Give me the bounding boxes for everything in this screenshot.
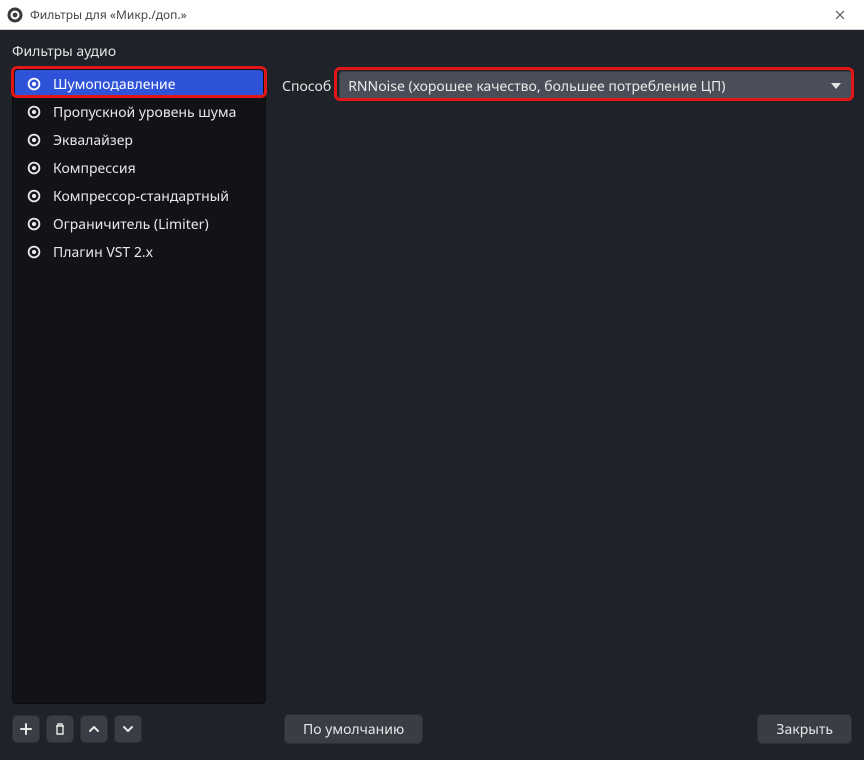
filter-item-gate[interactable]: Пропускной уровень шума	[15, 98, 263, 126]
close-button-label: Закрыть	[776, 720, 833, 739]
chevron-down-icon	[823, 83, 849, 89]
window-title: Фильтры для «Микр./доп.»	[30, 6, 187, 23]
close-button[interactable]: Закрыть	[757, 714, 852, 744]
visibility-icon[interactable]	[25, 159, 43, 177]
method-dropdown-value: RNNoise (хорошее качество, большее потре…	[348, 77, 823, 96]
audio-filters-label: Фильтры аудиo	[0, 30, 864, 67]
defaults-button[interactable]: По умолчанию	[284, 714, 423, 744]
titlebar: Фильтры для «Микр./доп.»	[0, 0, 864, 30]
filter-item-vst[interactable]: Плагин VST 2.x	[15, 238, 263, 266]
filter-item-label: Компрессия	[53, 159, 136, 178]
delete-filter-button[interactable]	[46, 715, 74, 743]
move-filter-down-button[interactable]	[114, 715, 142, 743]
add-filter-button[interactable]	[12, 715, 40, 743]
window-close-button[interactable]	[820, 1, 860, 29]
filters-window: Фильтры для «Микр./доп.» Фильтры аудиo Ш…	[0, 0, 864, 760]
filter-item-label: Компрессор-стандартный	[53, 187, 229, 206]
filter-item-equalizer[interactable]: Эквалайзер	[15, 126, 263, 154]
defaults-button-label: По умолчанию	[303, 720, 404, 739]
bottom-toolbar: По умолчанию Закрыть	[0, 704, 864, 760]
obs-logo-icon	[6, 6, 24, 24]
visibility-icon[interactable]	[25, 243, 43, 261]
filter-item-label: Шумоподавление	[53, 75, 175, 94]
filter-item-label: Плагин VST 2.x	[53, 243, 153, 262]
visibility-icon[interactable]	[25, 131, 43, 149]
filter-item-label: Эквалайзер	[53, 131, 133, 150]
window-body: Фильтры аудиo Шумоподавление П	[0, 30, 864, 760]
filter-list-tools	[12, 715, 142, 743]
visibility-icon[interactable]	[25, 103, 43, 121]
filter-item-compression[interactable]: Компрессия	[15, 154, 263, 182]
move-filter-up-button[interactable]	[80, 715, 108, 743]
filter-item-label: Ограничитель (Limiter)	[53, 215, 209, 234]
method-row: Способ RNNoise (хорошее качество, больше…	[280, 71, 852, 101]
filter-item-noise-suppression[interactable]: Шумоподавление	[15, 70, 263, 98]
visibility-icon[interactable]	[25, 187, 43, 205]
visibility-icon[interactable]	[25, 215, 43, 233]
panes: Шумоподавление Пропускной уровень шума Э…	[0, 67, 864, 704]
filter-settings-panel: Способ RNNoise (хорошее качество, больше…	[280, 67, 852, 704]
method-dropdown[interactable]: RNNoise (хорошее качество, большее потре…	[339, 71, 852, 101]
filters-column: Шумоподавление Пропускной уровень шума Э…	[12, 67, 266, 704]
filter-item-label: Пропускной уровень шума	[53, 103, 236, 122]
filter-item-compressor-standard[interactable]: Компрессор-стандартный	[15, 182, 263, 210]
method-label: Способ	[280, 77, 333, 96]
visibility-icon[interactable]	[25, 75, 43, 93]
filter-list: Шумоподавление Пропускной уровень шума Э…	[12, 67, 266, 704]
filter-item-limiter[interactable]: Ограничитель (Limiter)	[15, 210, 263, 238]
